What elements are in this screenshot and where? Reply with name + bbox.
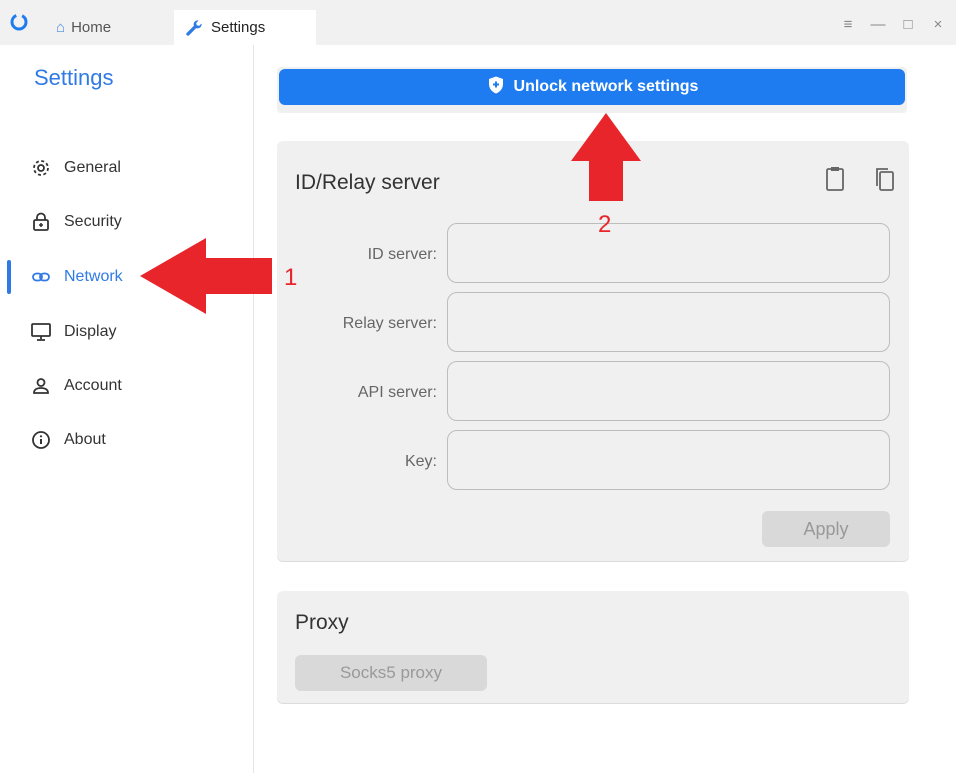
sidebar-item-label: Network bbox=[64, 268, 123, 285]
tab-home[interactable]: ⌂ Home bbox=[44, 10, 172, 45]
unlock-container: Unlock network settings bbox=[277, 67, 907, 113]
sidebar-item-label: About bbox=[64, 431, 106, 448]
minimize-icon[interactable]: — bbox=[866, 12, 890, 36]
api-server-input[interactable] bbox=[447, 361, 890, 421]
id-relay-server-card: ID/Relay server ID server: Relay server:… bbox=[277, 141, 909, 561]
home-icon: ⌂ bbox=[56, 19, 66, 36]
relay-server-input[interactable] bbox=[447, 292, 890, 352]
id-relay-title: ID/Relay server bbox=[295, 171, 440, 194]
link-icon bbox=[30, 266, 52, 288]
sidebar-item-label: Account bbox=[64, 377, 122, 394]
sidebar-item-about[interactable]: About bbox=[0, 423, 254, 457]
sidebar-item-label: Display bbox=[64, 323, 117, 340]
annotation-number-1: 1 bbox=[284, 264, 298, 291]
sidebar-title: Settings bbox=[34, 65, 114, 90]
sidebar: Settings General Security Network Displa… bbox=[0, 45, 254, 773]
sidebar-item-label: Security bbox=[64, 213, 122, 230]
tab-settings[interactable]: Settings bbox=[174, 10, 316, 45]
proxy-card: Proxy Socks5 proxy bbox=[277, 591, 909, 703]
wrench-icon bbox=[184, 18, 204, 38]
id-server-input[interactable] bbox=[447, 223, 890, 283]
annotation-arrow-1-icon bbox=[140, 238, 272, 314]
tab-home-label: Home bbox=[71, 19, 112, 36]
relay-server-label: Relay server: bbox=[342, 315, 437, 332]
unlock-network-settings-button[interactable]: Unlock network settings bbox=[279, 69, 905, 105]
copy-icon[interactable] bbox=[871, 163, 897, 195]
id-server-label: ID server: bbox=[367, 246, 437, 263]
close-icon[interactable]: × bbox=[926, 12, 950, 36]
maximize-icon[interactable]: □ bbox=[896, 12, 920, 36]
lock-icon bbox=[30, 211, 52, 233]
apply-button[interactable]: Apply bbox=[762, 511, 890, 547]
sidebar-item-general[interactable]: General bbox=[0, 151, 254, 185]
app-logo-icon bbox=[10, 13, 28, 31]
api-server-label: API server: bbox=[357, 384, 437, 401]
sidebar-item-account[interactable]: Account bbox=[0, 369, 254, 403]
title-bar: ⌂ Home Settings ≡ — □ × bbox=[0, 0, 956, 45]
sidebar-item-security[interactable]: Security bbox=[0, 205, 254, 239]
clipboard-icon[interactable] bbox=[822, 163, 848, 195]
shield-icon bbox=[486, 75, 506, 100]
socks5-proxy-button[interactable]: Socks5 proxy bbox=[295, 655, 487, 691]
unlock-label: Unlock network settings bbox=[513, 78, 699, 95]
gear-icon bbox=[30, 157, 52, 179]
sidebar-item-display[interactable]: Display bbox=[0, 315, 254, 349]
proxy-title: Proxy bbox=[295, 611, 349, 634]
sidebar-item-label: General bbox=[64, 159, 121, 176]
info-icon bbox=[30, 429, 52, 451]
key-label: Key: bbox=[404, 453, 437, 470]
menu-icon[interactable]: ≡ bbox=[836, 12, 860, 36]
user-icon bbox=[30, 375, 52, 397]
key-input[interactable] bbox=[447, 430, 890, 490]
window-controls: ≡ — □ × bbox=[836, 12, 956, 36]
tab-settings-label: Settings bbox=[211, 19, 266, 36]
annotation-number-2: 2 bbox=[598, 211, 612, 238]
monitor-icon bbox=[30, 321, 52, 343]
annotation-arrow-2-icon bbox=[571, 113, 641, 201]
